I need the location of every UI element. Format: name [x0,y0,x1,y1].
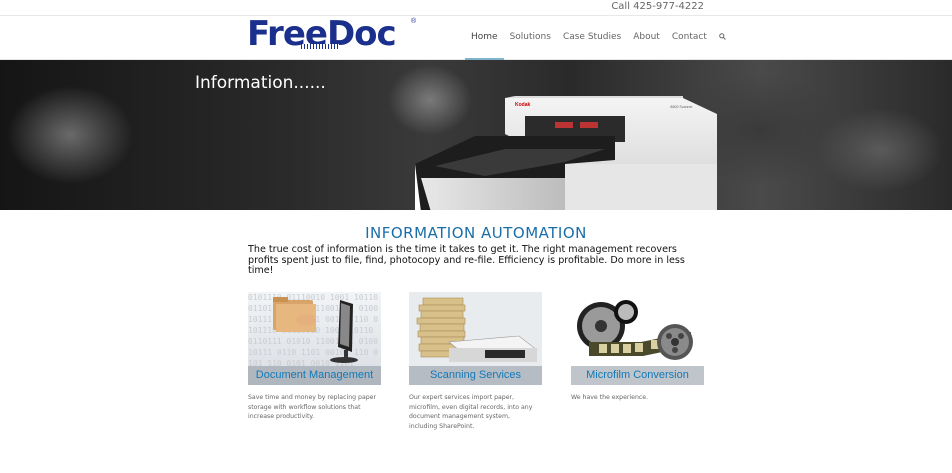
top-bar: Call 425-977-4222 [0,0,952,16]
card-image[interactable]: Microfilm Conversion [571,292,704,385]
scanner-brand-label: Kodak [515,102,531,108]
logo-barcode-mark [301,44,339,49]
card-label[interactable]: Document Management [248,366,381,385]
nav-about[interactable]: About [627,16,666,59]
card-label[interactable]: Scanning Services [409,366,542,385]
nav-contact[interactable]: Contact [666,16,713,59]
card-label[interactable]: Microfilm Conversion [571,366,704,385]
card-microfilm-conversion[interactable]: Microfilm Conversion We have the experie… [571,292,704,403]
call-phone-text[interactable]: Call 425-977-4222 [611,1,704,12]
card-image[interactable]: Scanning Services [409,292,542,385]
card-image[interactable]: 0101110 01110010 1001 10110 0110111 0101… [248,292,381,385]
header: FreeDoc ® Home Solutions Case Studies Ab… [0,16,952,60]
card-description: Our expert services import paper, microf… [409,394,533,430]
nav-home[interactable]: Home [465,16,504,60]
nav-solutions[interactable]: Solutions [504,16,557,59]
hero-banner: Information...... Kodak i5600 Scanner [0,60,952,210]
logo-registered-mark: ® [411,18,417,25]
card-document-management[interactable]: 0101110 01110010 1001 10110 0110111 0101… [248,292,381,422]
card-description: Save time and money by replacing paper s… [248,394,377,421]
section-intro-text: The true cost of information is the time… [248,244,685,276]
section-title: INFORMATION AUTOMATION [365,224,587,242]
freedoc-logo[interactable]: FreeDoc ® [247,16,416,52]
document-scanner-image: Kodak i5600 Scanner [415,96,717,210]
card-description: We have the experience. [571,394,649,401]
nav-case-studies[interactable]: Case Studies [557,16,627,59]
hero-title: Information...... [195,73,326,93]
scanner-model-label: i5600 Scanner [670,105,693,109]
search-icon[interactable] [713,16,739,59]
main-nav: Home Solutions Case Studies About Contac… [465,16,739,60]
card-scanning-services[interactable]: Scanning Services Our expert services im… [409,292,542,431]
